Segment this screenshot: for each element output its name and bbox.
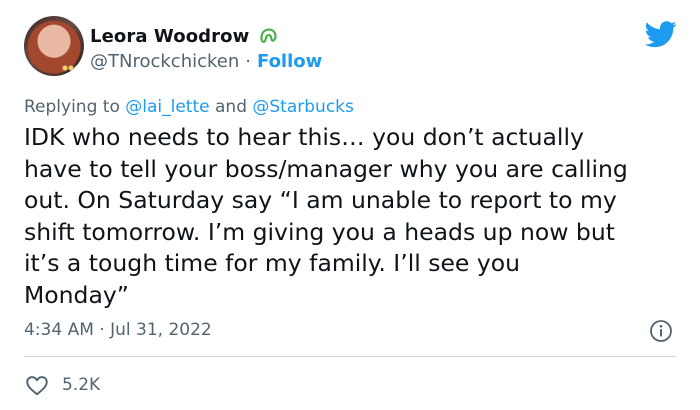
green-tooth-badge-icon [260, 28, 277, 43]
reply-conjunction: and [215, 97, 247, 117]
divider [24, 356, 676, 357]
replying-to-line: Replying to @lai_lette and @Starbucks [24, 97, 354, 117]
tweet-timestamp[interactable]: 4:34 AM · Jul 31, 2022 [24, 320, 212, 340]
like-action[interactable]: 5.2K [24, 372, 100, 398]
heart-icon[interactable] [24, 372, 50, 398]
avatar[interactable] [24, 16, 84, 76]
like-count: 5.2K [62, 375, 101, 395]
mention-lai-lette[interactable]: @lai_lette [125, 97, 209, 117]
mention-starbucks[interactable]: @Starbucks [252, 97, 353, 117]
author-name-row: Leora Woodrow [90, 25, 279, 47]
reply-prefix: Replying to [24, 97, 120, 117]
tweet-text: IDK who needs to hear this… you don’t ac… [24, 123, 628, 309]
follow-button[interactable]: Follow [257, 51, 322, 72]
author-handle-row: @TNrockchicken · Follow [90, 51, 322, 72]
twitter-bird-icon[interactable] [645, 18, 677, 50]
author-display-name[interactable]: Leora Woodrow [90, 26, 249, 47]
handle-separator: · [245, 51, 251, 72]
info-icon[interactable] [649, 319, 673, 343]
author-handle[interactable]: @TNrockchicken [90, 51, 239, 72]
